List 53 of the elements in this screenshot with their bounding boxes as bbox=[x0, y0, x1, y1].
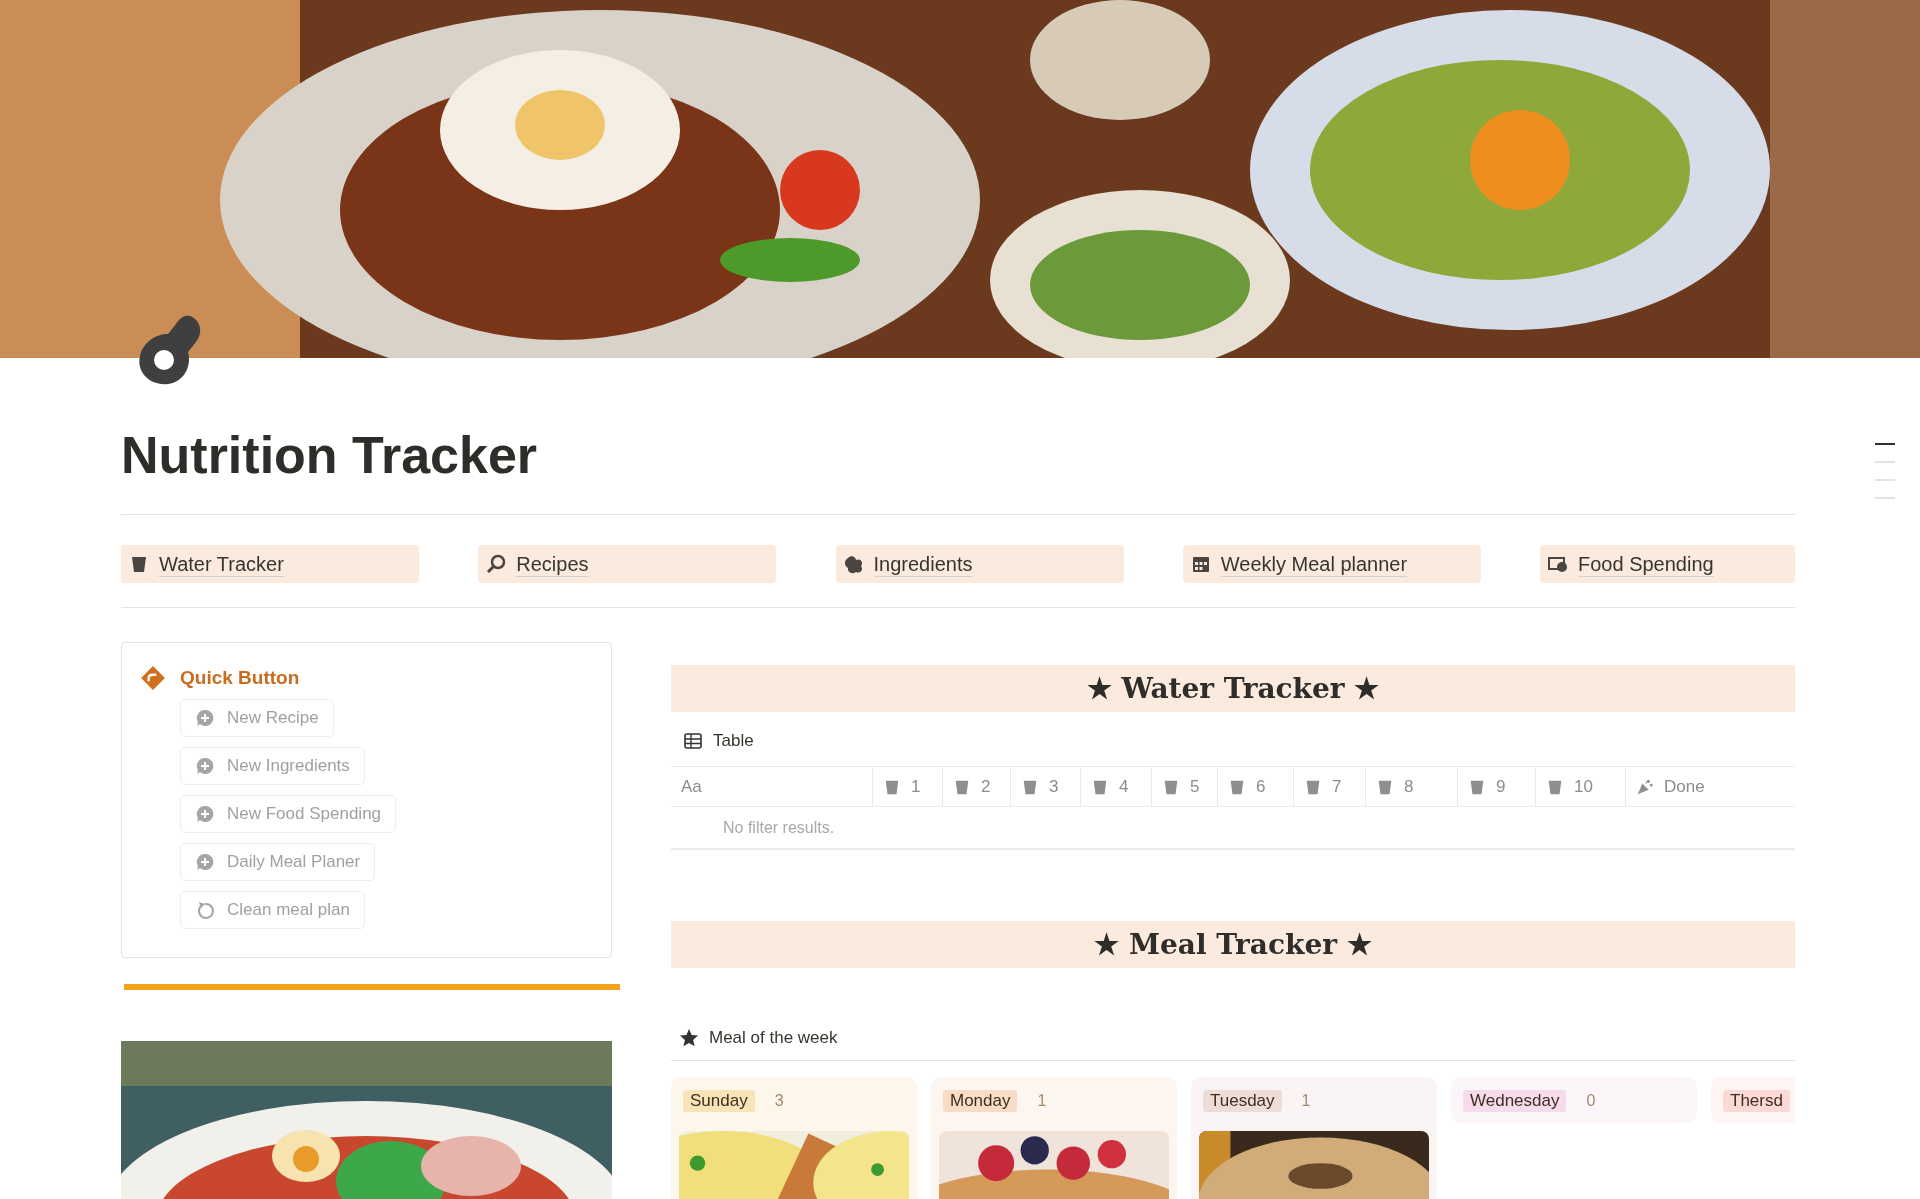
cup-icon bbox=[129, 554, 149, 574]
item-count: 1 bbox=[1037, 1092, 1047, 1110]
nav-link[interactable]: Food Spending bbox=[1540, 545, 1795, 583]
nav-link[interactable]: Water Tracker bbox=[121, 545, 419, 583]
nav-link[interactable]: Recipes bbox=[478, 545, 777, 583]
item-count: 3 bbox=[774, 1092, 784, 1110]
item-count: 0 bbox=[1586, 1092, 1596, 1110]
column-header[interactable]: 1 bbox=[872, 767, 942, 806]
column-header[interactable]: 9 bbox=[1457, 767, 1535, 806]
banknote-icon bbox=[1548, 554, 1568, 574]
day-tag: Wednesday bbox=[1463, 1090, 1567, 1112]
reset-icon bbox=[195, 900, 215, 920]
chat-plus-icon bbox=[195, 852, 215, 872]
nav-link[interactable]: Ingredients bbox=[835, 545, 1124, 583]
chat-plus-icon bbox=[195, 756, 215, 776]
quick-action-button[interactable]: New Ingredients bbox=[180, 747, 365, 785]
view-tab[interactable]: Table bbox=[683, 727, 754, 755]
column-header[interactable]: Aa bbox=[671, 767, 872, 806]
star-icon bbox=[679, 1028, 699, 1048]
nav-link[interactable]: Weekly Meal planner bbox=[1182, 545, 1481, 583]
diamond-arrow-icon bbox=[140, 665, 166, 691]
party-popper-icon bbox=[1636, 777, 1654, 796]
quick-action-button[interactable]: Daily Meal Planer bbox=[180, 843, 376, 881]
calendar-icon bbox=[1190, 554, 1211, 574]
search-icon bbox=[486, 554, 507, 574]
quick-action-button[interactable]: Clean meal plan bbox=[180, 891, 365, 929]
column-header[interactable]: 5 bbox=[1151, 767, 1217, 806]
section-heading: ★ Water Tracker ★ bbox=[1086, 672, 1380, 705]
day-tag: Sunday bbox=[683, 1090, 755, 1112]
day-tag: Tuesday bbox=[1203, 1090, 1282, 1112]
column-header[interactable]: 2 bbox=[942, 767, 1010, 806]
quick-action-button[interactable]: New Recipe bbox=[180, 699, 334, 737]
page-title: Nutrition Tracker bbox=[121, 425, 539, 486]
column-header[interactable]: 10 bbox=[1535, 767, 1625, 806]
column-header[interactable]: 7 bbox=[1293, 767, 1365, 806]
quick-button-title: Quick Button bbox=[180, 667, 300, 689]
column-header[interactable]: 3 bbox=[1010, 767, 1080, 806]
section-heading: ★ Meal Tracker ★ bbox=[1094, 928, 1372, 961]
column-header[interactable]: 4 bbox=[1080, 767, 1151, 806]
day-tag: Monday bbox=[943, 1090, 1018, 1112]
day-tag: Thersd bbox=[1723, 1090, 1790, 1112]
quick-action-button[interactable]: New Food Spending bbox=[180, 795, 397, 833]
column-header[interactable]: 8 bbox=[1365, 767, 1457, 806]
column-header[interactable]: Done bbox=[1625, 767, 1794, 806]
blob-icon bbox=[843, 554, 864, 574]
view-tab[interactable]: Meal of the week bbox=[679, 1024, 838, 1052]
chat-plus-icon bbox=[195, 708, 215, 728]
chat-plus-icon bbox=[195, 804, 215, 824]
outline-drawing bbox=[1875, 443, 1895, 499]
item-count: 1 bbox=[1301, 1092, 1311, 1110]
empty-message: No filter results. bbox=[723, 818, 835, 837]
column-header[interactable]: 6 bbox=[1217, 767, 1293, 806]
table-icon bbox=[683, 731, 703, 751]
